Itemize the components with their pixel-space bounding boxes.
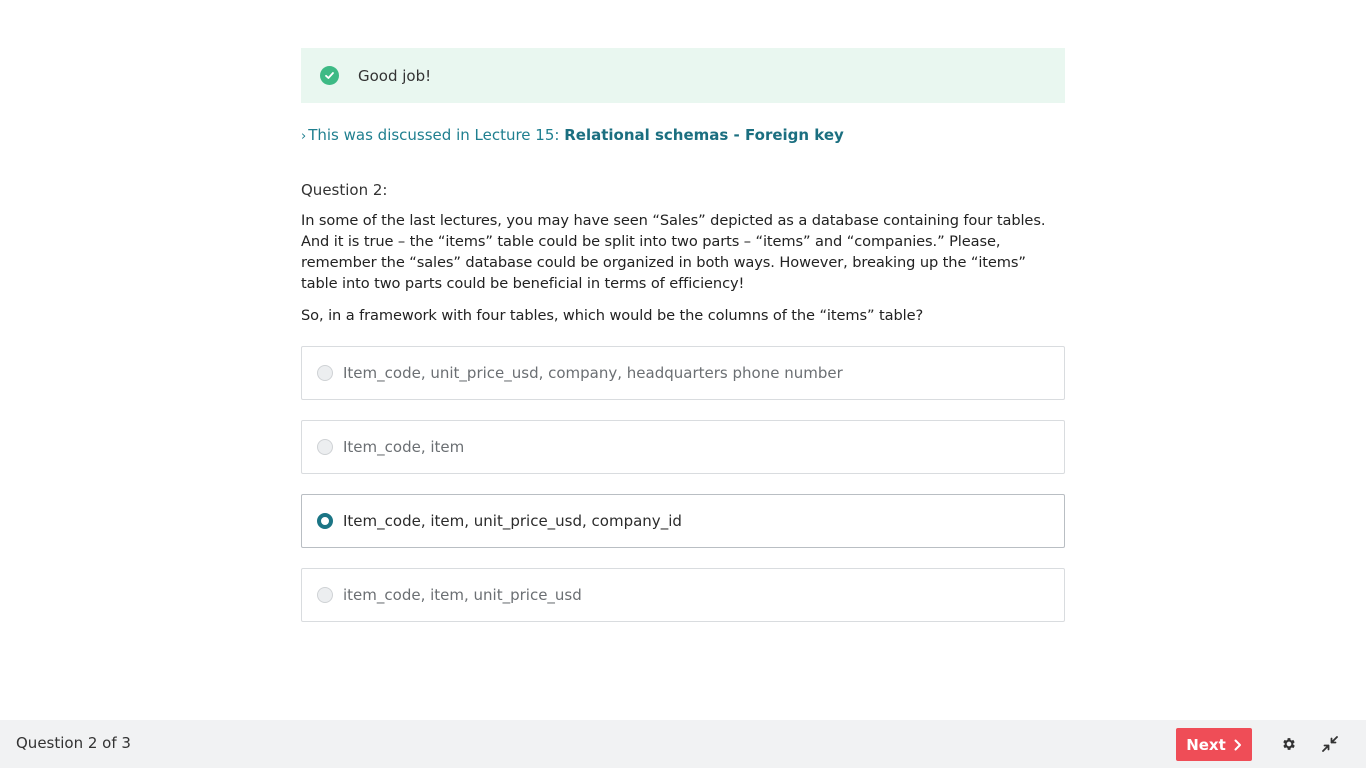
lecture-topic-link[interactable]: Relational schemas - Foreign key bbox=[564, 126, 844, 144]
check-circle-icon bbox=[320, 66, 339, 85]
answer-option-1[interactable]: Item_code, unit_price_usd, company, head… bbox=[301, 346, 1065, 400]
radio-button[interactable] bbox=[317, 439, 333, 455]
answer-option-2[interactable]: Item_code, item bbox=[301, 420, 1065, 474]
answer-option-3[interactable]: Item_code, item, unit_price_usd, company… bbox=[301, 494, 1065, 548]
lecture-reference-prefix: This was discussed in Lecture 15: bbox=[308, 126, 565, 144]
answer-option-label: item_code, item, unit_price_usd bbox=[343, 586, 582, 604]
quiz-footer: Question 2 of 3 Next bbox=[0, 720, 1366, 768]
next-button-label: Next bbox=[1186, 735, 1226, 754]
radio-button[interactable] bbox=[317, 587, 333, 603]
radio-button[interactable] bbox=[317, 365, 333, 381]
question-prompt: So, in a framework with four tables, whi… bbox=[301, 307, 924, 324]
answer-option-label: Item_code, item bbox=[343, 438, 465, 456]
question-body: In some of the last lectures, you may ha… bbox=[301, 212, 1046, 292]
question-number: Question 2: bbox=[301, 181, 388, 199]
question-progress: Question 2 of 3 bbox=[16, 734, 131, 752]
answer-option-label: Item_code, item, unit_price_usd, company… bbox=[343, 512, 682, 530]
quiz-content: Good job! › This was discussed in Lecture… bbox=[301, 48, 1065, 642]
feedback-banner: Good job! bbox=[301, 48, 1065, 103]
chevron-right-icon: › bbox=[301, 129, 307, 144]
feedback-message: Good job! bbox=[358, 66, 432, 85]
answer-option-label: Item_code, unit_price_usd, company, head… bbox=[343, 364, 843, 382]
chevron-right-icon bbox=[1234, 739, 1242, 751]
gear-icon[interactable] bbox=[1280, 735, 1298, 753]
answer-option-4[interactable]: item_code, item, unit_price_usd bbox=[301, 568, 1065, 622]
collapse-icon[interactable] bbox=[1321, 735, 1339, 753]
lecture-reference: › This was discussed in Lecture 15: Relat… bbox=[301, 125, 1065, 147]
answer-options: Item_code, unit_price_usd, company, head… bbox=[301, 346, 1065, 622]
next-button[interactable]: Next bbox=[1176, 728, 1252, 761]
radio-button-selected[interactable] bbox=[317, 513, 333, 529]
